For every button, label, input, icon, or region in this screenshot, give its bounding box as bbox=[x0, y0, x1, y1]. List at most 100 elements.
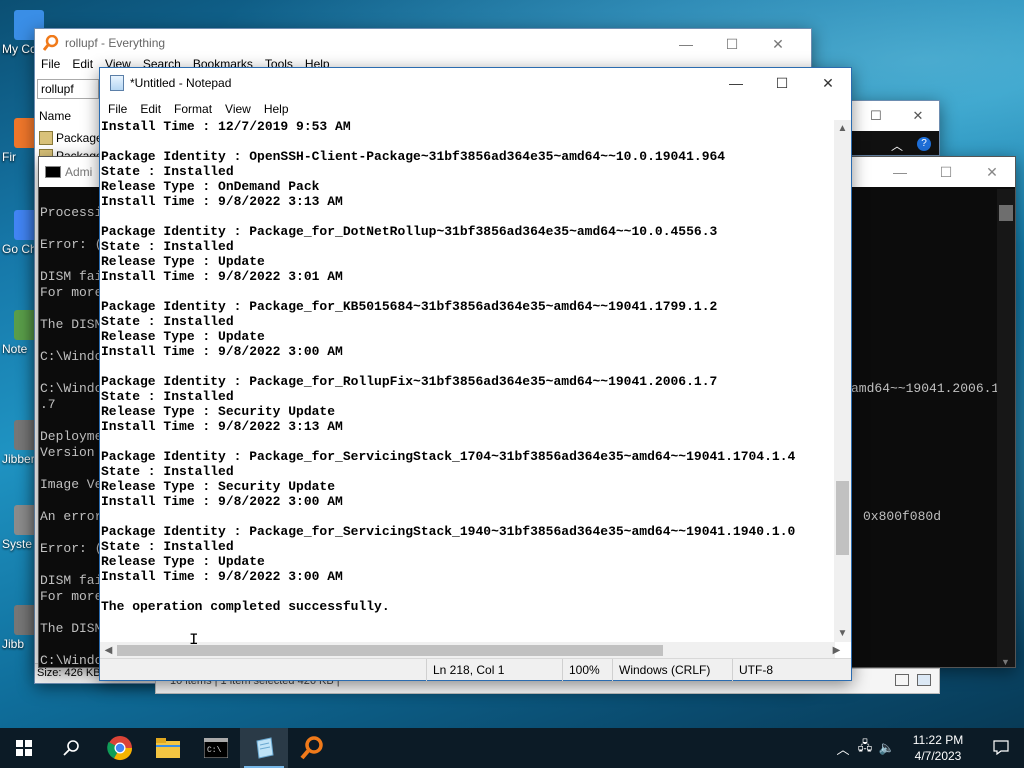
everything-search-input[interactable]: rollupf bbox=[37, 79, 99, 99]
cmd-title: Admi bbox=[65, 165, 93, 179]
chevron-up-icon[interactable]: ︿ bbox=[891, 137, 903, 154]
desktop-icon[interactable]: Go Chr bbox=[2, 210, 44, 256]
text-line: State : Installed bbox=[101, 314, 234, 329]
desktop-icon[interactable]: Jibber bbox=[2, 420, 44, 466]
notepad-window[interactable]: *Untitled - Notepad — ☐ ✕ File Edit Format… bbox=[99, 67, 852, 681]
everything-column-name[interactable]: Name bbox=[39, 109, 71, 123]
notepad-close-button[interactable]: ✕ bbox=[805, 68, 851, 98]
desktop-icon[interactable]: Jibb bbox=[2, 605, 44, 651]
network-icon[interactable]: 🖧 bbox=[854, 737, 876, 759]
taskbar-command-prompt[interactable]: C:\ bbox=[192, 728, 240, 768]
background-window[interactable]: ☐ ✕ ︿ ? bbox=[850, 100, 940, 156]
cmd-line bbox=[40, 365, 102, 381]
text-line: Install Time : 9/8/2022 3:13 AM bbox=[101, 419, 343, 434]
text-line: Install Time : 9/8/2022 3:13 AM bbox=[101, 194, 343, 209]
cmd-close-button[interactable]: ✕ bbox=[969, 157, 1015, 187]
clock[interactable]: 11:22 PM 4/7/2023 bbox=[898, 732, 978, 764]
everything-maximize-button[interactable]: ☐ bbox=[709, 29, 755, 59]
search-button[interactable] bbox=[48, 728, 96, 768]
details-view-icon[interactable] bbox=[895, 674, 909, 686]
start-button[interactable] bbox=[0, 728, 48, 768]
cmd-line bbox=[40, 253, 102, 269]
notepad-hscroll-thumb[interactable] bbox=[117, 645, 663, 656]
text-line: Install Time : 12/7/2019 9:53 AM bbox=[101, 120, 351, 134]
desktop-icon[interactable]: Fir bbox=[2, 118, 44, 164]
scroll-right-icon[interactable]: ▶ bbox=[828, 642, 845, 659]
taskbar-notepad[interactable] bbox=[240, 728, 288, 768]
notepad-vscroll-thumb[interactable] bbox=[836, 481, 849, 555]
everything-title: rollupf - Everything bbox=[65, 36, 166, 50]
cmd-maximize-button[interactable]: ☐ bbox=[923, 157, 969, 187]
text-line: Package Identity : Package_for_Servicing… bbox=[101, 449, 796, 464]
notepad-vertical-scrollbar[interactable]: ▲ ▼ bbox=[834, 120, 851, 642]
everything-icon bbox=[300, 736, 323, 760]
notepad-text-area[interactable]: Install Time : 12/7/2019 9:53 AM Package … bbox=[100, 120, 835, 641]
encoding: UTF-8 bbox=[732, 659, 851, 681]
volume-icon[interactable]: 🔈 bbox=[876, 740, 898, 756]
cursor-position: Ln 218, Col 1 bbox=[426, 659, 562, 681]
list-item[interactable]: Package bbox=[39, 131, 103, 145]
cmd-line: Deployme bbox=[40, 429, 103, 444]
text-line: Package Identity : Package_for_DotNetRol… bbox=[101, 224, 718, 239]
text-line: Release Type : Update bbox=[101, 554, 265, 569]
menu-item-help[interactable]: Help bbox=[264, 102, 296, 116]
scroll-left-icon[interactable]: ◀ bbox=[100, 642, 117, 659]
text-line: Package Identity : Package_for_KB5015684… bbox=[101, 299, 718, 314]
text-line: State : Installed bbox=[101, 539, 234, 554]
desktop-icon[interactable]: Note bbox=[2, 310, 44, 356]
notifications-icon[interactable] bbox=[978, 739, 1024, 758]
ibeam-cursor-icon: I bbox=[189, 631, 199, 649]
desktop-icon[interactable]: My Co bbox=[2, 10, 44, 56]
text-line bbox=[101, 509, 835, 524]
taskbar-chrome[interactable] bbox=[96, 728, 144, 768]
notepad-text: Install Time : 12/7/2019 9:53 AM Package … bbox=[100, 120, 835, 614]
notepad-maximize-button[interactable]: ☐ bbox=[759, 68, 805, 98]
notepad-minimize-button[interactable]: — bbox=[713, 68, 759, 98]
text-line: Release Type : Security Update bbox=[101, 404, 336, 419]
help-icon[interactable]: ? bbox=[917, 137, 931, 151]
cmd-line bbox=[40, 605, 102, 621]
cmd-line: The DISM bbox=[40, 621, 103, 636]
menu-item-edit[interactable]: Edit bbox=[72, 57, 93, 75]
cmd-minimize-button[interactable]: — bbox=[877, 157, 923, 187]
notepad-menubar: File Edit Format View Help bbox=[100, 98, 851, 120]
chevron-up-icon[interactable]: ︿ bbox=[832, 739, 854, 758]
cmd-line bbox=[40, 413, 102, 429]
text-line: State : Installed bbox=[101, 389, 234, 404]
background-close-button[interactable]: ✕ bbox=[897, 101, 939, 131]
folder-icon bbox=[156, 738, 180, 758]
text-line: Release Type : Update bbox=[101, 329, 265, 344]
background-maximize-button[interactable]: ☐ bbox=[855, 101, 897, 131]
menu-item-edit[interactable]: Edit bbox=[140, 102, 168, 116]
text-line: Release Type : OnDemand Pack bbox=[101, 179, 320, 194]
text-line: Package Identity : Package_for_RollupFix… bbox=[101, 374, 718, 389]
menu-item-file[interactable]: File bbox=[41, 57, 60, 75]
taskbar-file-explorer[interactable] bbox=[144, 728, 192, 768]
cmd-line: Error: ( bbox=[40, 237, 103, 252]
desktop-icon-label: Go Chr bbox=[2, 242, 41, 256]
notepad-icon bbox=[256, 737, 274, 759]
menu-item-view[interactable]: View bbox=[225, 102, 258, 116]
menu-item-format[interactable]: Format bbox=[174, 102, 219, 116]
text-line: State : Installed bbox=[101, 239, 234, 254]
large-icons-view-icon[interactable] bbox=[917, 674, 931, 686]
cmd-line: The DISM bbox=[40, 317, 103, 332]
text-line bbox=[101, 584, 835, 599]
everything-minimize-button[interactable]: — bbox=[663, 29, 709, 59]
line-ending: Windows (CRLF) bbox=[612, 659, 732, 681]
scroll-up-icon[interactable]: ▲ bbox=[834, 120, 851, 137]
cmd-line bbox=[40, 333, 102, 349]
scroll-down-icon[interactable]: ▼ bbox=[834, 625, 851, 642]
desktop-icon[interactable]: Syste bbox=[2, 505, 44, 551]
scroll-down-icon[interactable]: ▼ bbox=[1001, 657, 1010, 667]
cmd-scroll-thumb[interactable] bbox=[999, 205, 1013, 221]
cmd-vertical-scrollbar[interactable]: ▼ bbox=[997, 189, 1015, 667]
clock-time: 11:22 PM bbox=[912, 733, 964, 747]
everything-app-icon bbox=[42, 34, 59, 51]
cmd-line: Processi bbox=[40, 205, 103, 220]
text-line: Release Type : Update bbox=[101, 254, 265, 269]
menu-item-file[interactable]: File bbox=[108, 102, 134, 116]
taskbar-everything[interactable] bbox=[288, 728, 336, 768]
everything-close-button[interactable]: ✕ bbox=[755, 29, 801, 59]
notepad-horizontal-scrollbar[interactable]: ◀ ▶ bbox=[100, 642, 840, 659]
